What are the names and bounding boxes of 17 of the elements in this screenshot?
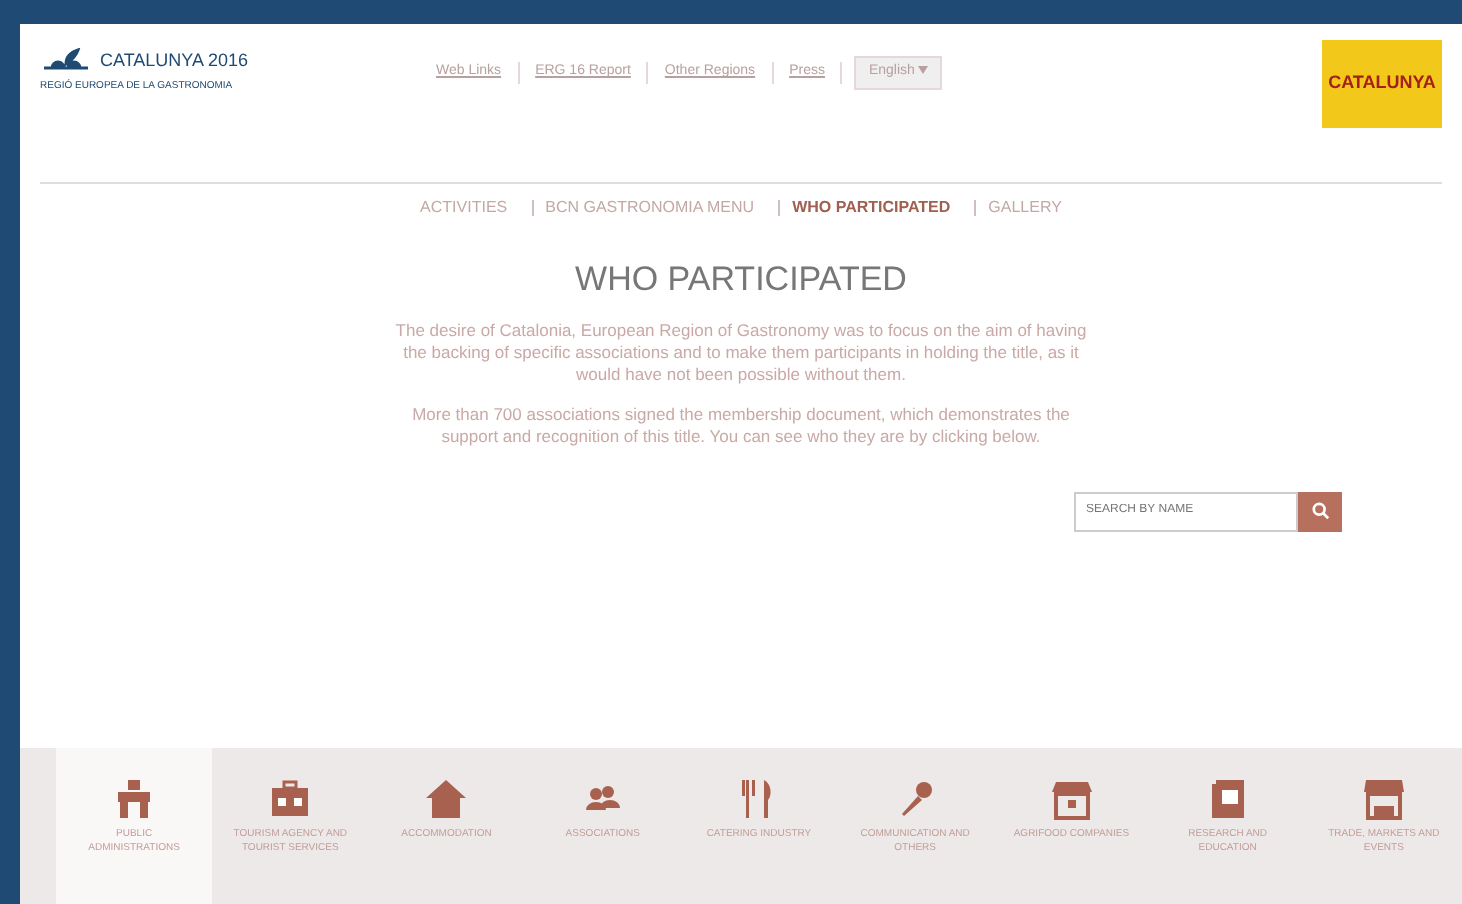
logo-title: CATALUNYA 2016 [100, 48, 249, 75]
suitcase-icon [268, 776, 313, 820]
nav-tab[interactable]: GALLERY [974, 200, 1074, 216]
market-icon [1361, 776, 1406, 820]
page-title: WHO PARTICIPATED [573, 260, 909, 301]
logo-icon [40, 48, 92, 76]
intro-paragraph: More than 700 associations signed the membership document, which demonstrates the support and recognition of this title. You can see who they are by clicking below. [410, 403, 1072, 448]
nav-tab[interactable]: WHO PARTICIPATED [778, 200, 963, 216]
nav-tab[interactable]: BCN GASTRONOMIA MENU [531, 200, 767, 216]
search-button[interactable] [1298, 491, 1342, 532]
store-icon [1049, 776, 1094, 820]
region-badge: CATALUNYA [1322, 40, 1442, 128]
nav-tab[interactable]: ACTIVITIES [408, 200, 520, 216]
house-icon [424, 776, 469, 820]
intro-paragraph: The desire of Catalonia, European Region of Gastronomy was to focus on the aim of having the backing of specific associations and to make them participants in holding the title, as it would have not been possible without them. [393, 320, 1089, 388]
caret-icon [918, 66, 929, 75]
search-icon [1311, 502, 1329, 521]
